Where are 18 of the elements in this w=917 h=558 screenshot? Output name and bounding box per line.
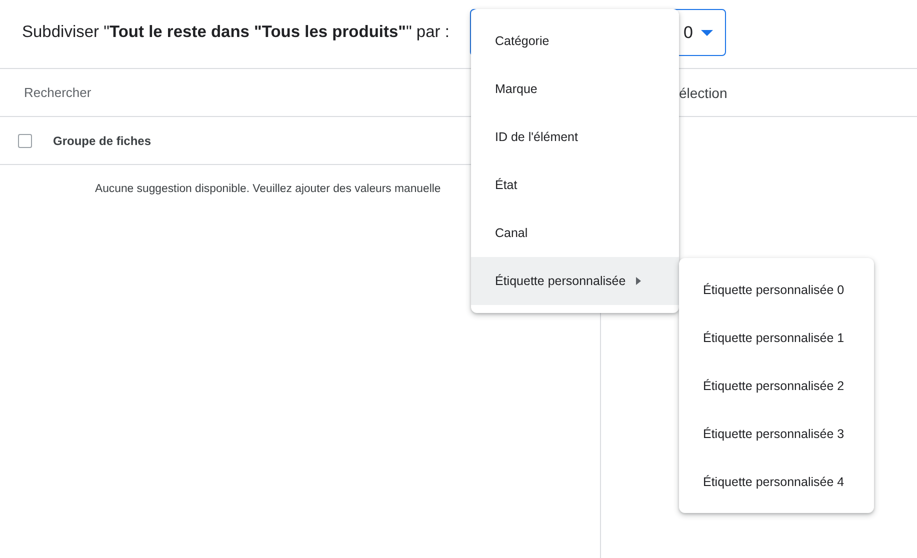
search-field[interactable]: Rechercher	[22, 84, 426, 101]
menu-item[interactable]: Canal	[471, 209, 679, 257]
menu-item[interactable]: Étiquette personnalisée 4	[679, 458, 874, 506]
dialog-title: Subdiviser "Tout le reste dans "Tous les produits"" par :	[22, 23, 450, 42]
menu-item[interactable]: Marque	[471, 65, 679, 113]
checkbox[interactable]	[18, 134, 32, 148]
menu-item[interactable]: Étiquette personnalisée 3	[679, 410, 874, 458]
empty-message: Aucune suggestion disponible. Veuillez ajouter des valeurs manuelle	[95, 183, 441, 195]
menu-item[interactable]: État	[471, 161, 679, 209]
menu-item[interactable]: Étiquette personnalisée 1	[679, 314, 874, 362]
menu-item[interactable]: ID de l'élément	[471, 113, 679, 161]
selection-heading: élection	[679, 84, 728, 100]
caret-icon	[701, 30, 713, 36]
menu-item[interactable]: Catégorie	[471, 17, 679, 65]
menu-item[interactable]: Étiquette personnalisée 0	[679, 266, 874, 314]
menu-item[interactable]: Étiquette personnalisée 2	[679, 362, 874, 410]
menu-item[interactable]: Étiquette personnalisée	[471, 257, 679, 305]
column-header: Groupe de fiches	[53, 134, 152, 148]
